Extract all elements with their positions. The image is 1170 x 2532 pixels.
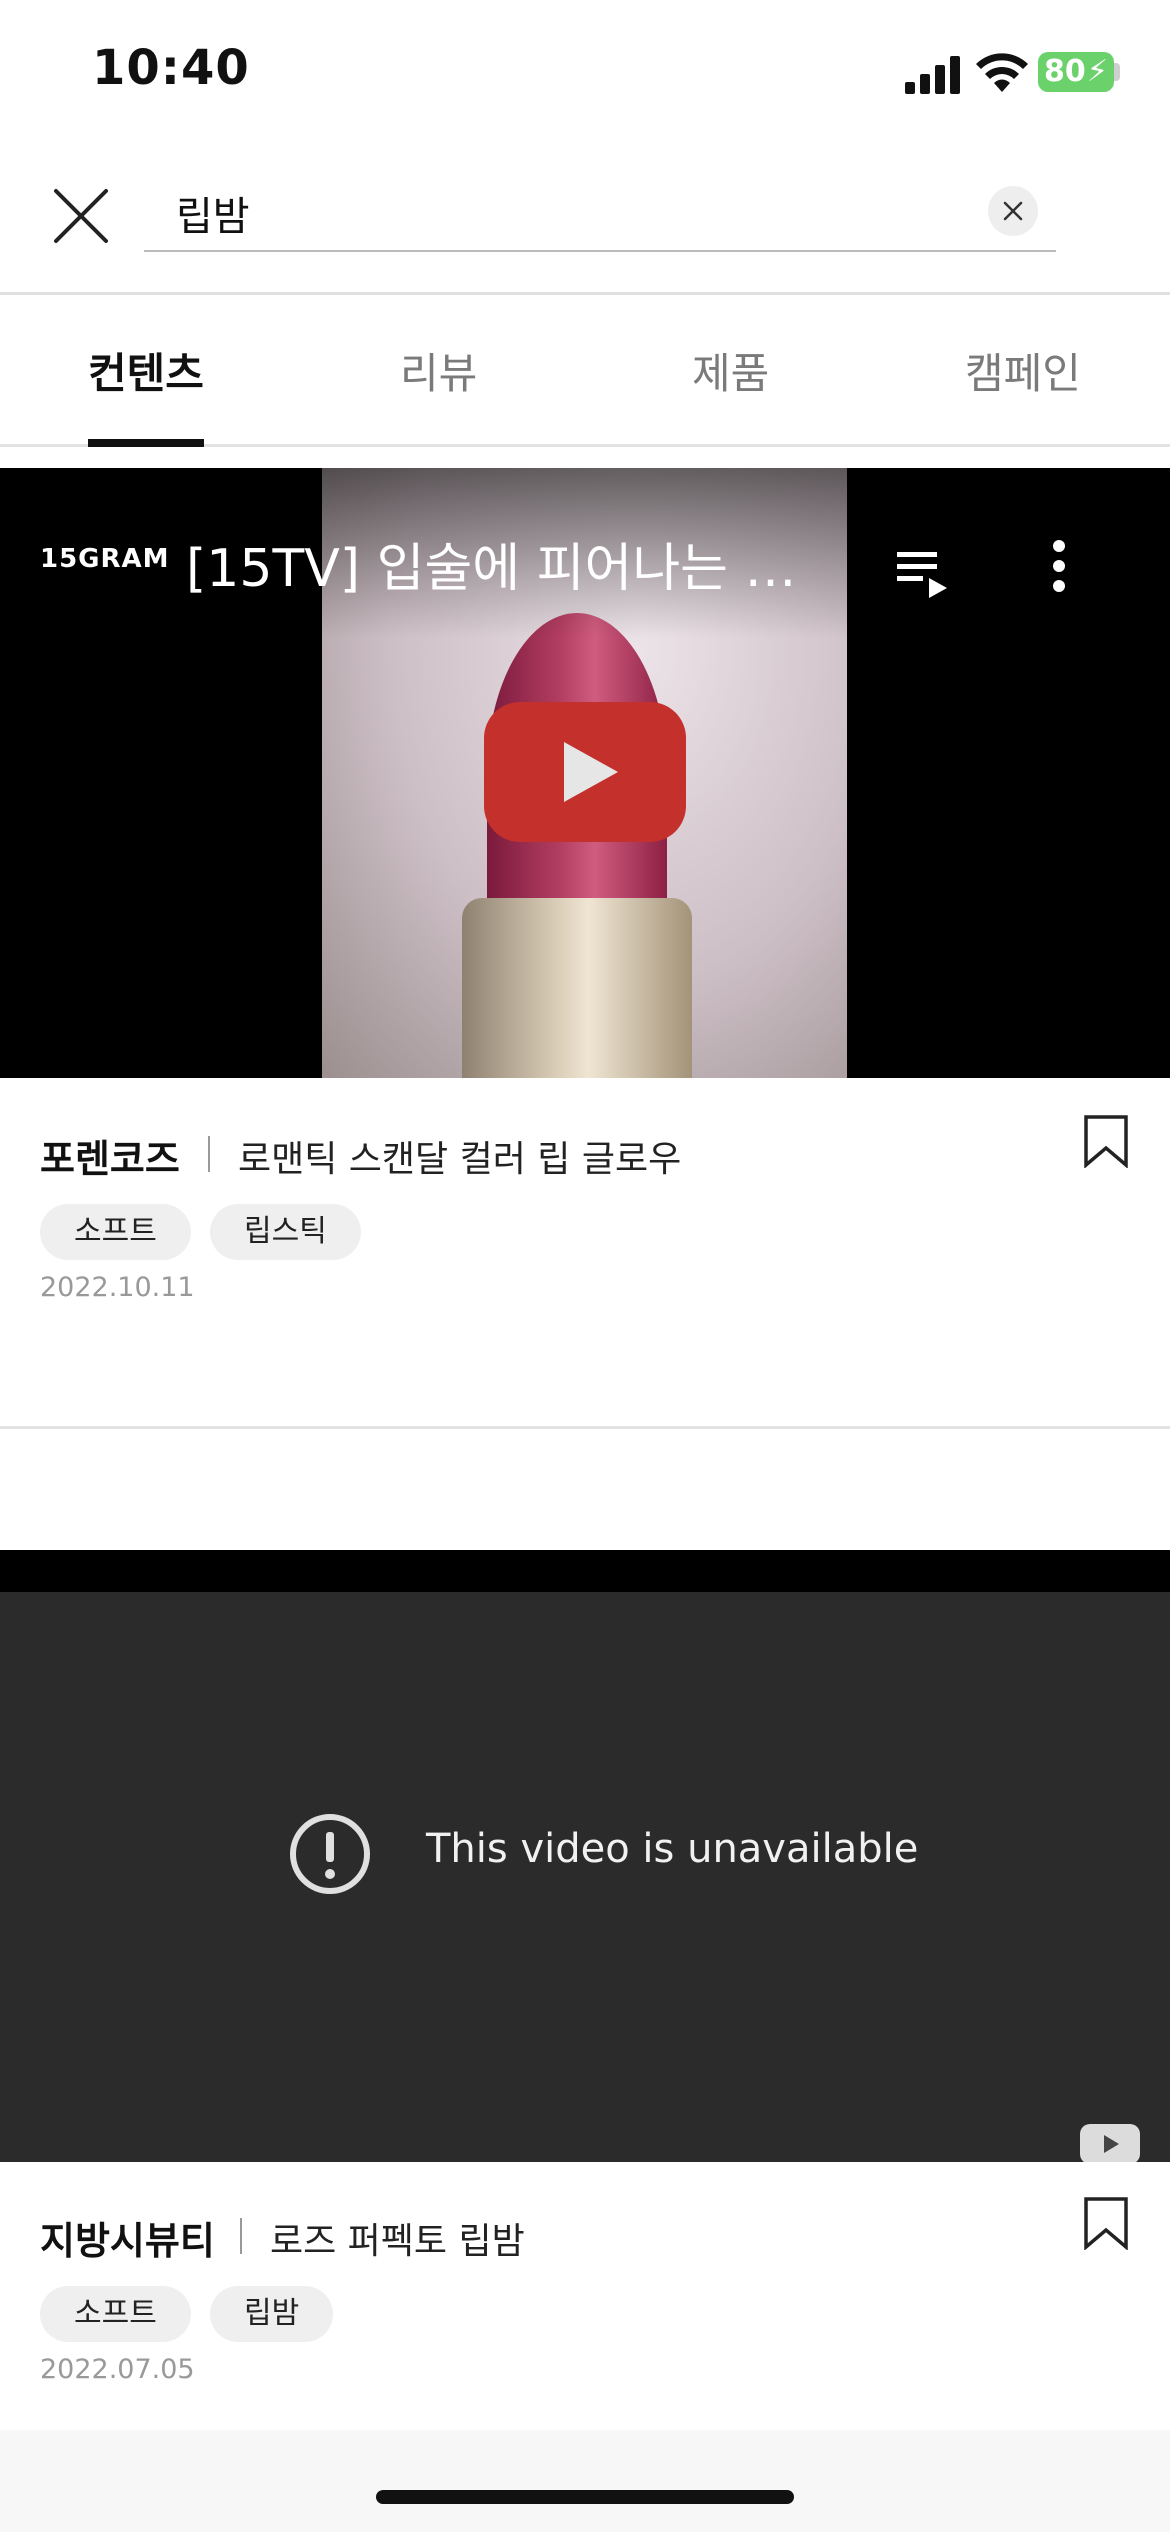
clear-search-button[interactable] bbox=[988, 186, 1038, 236]
status-time: 10:40 bbox=[92, 40, 250, 96]
tag-chip[interactable]: 립스틱 bbox=[210, 1204, 361, 1260]
section-divider bbox=[0, 1426, 1170, 1429]
video-top-bar bbox=[0, 1550, 1170, 1592]
brand-name[interactable]: 포렌코즈 bbox=[40, 1128, 180, 1183]
lipstick-case-image bbox=[462, 898, 692, 1078]
post-date: 2022.07.05 bbox=[40, 2354, 195, 2385]
active-tab-indicator bbox=[88, 439, 204, 447]
status-bar: 10:40 80 ⚡ bbox=[0, 0, 1170, 140]
brand-product-divider bbox=[208, 1136, 210, 1172]
clear-icon bbox=[1003, 201, 1023, 221]
video-player-unavailable[interactable]: This video is unavailable bbox=[0, 1550, 1170, 2162]
home-indicator[interactable] bbox=[376, 2490, 794, 2504]
battery-indicator: 80 ⚡ bbox=[1038, 52, 1114, 92]
post-date: 2022.10.11 bbox=[40, 1272, 195, 1303]
more-vertical-icon[interactable] bbox=[1044, 538, 1074, 598]
tag-chip[interactable]: 립밤 bbox=[210, 2286, 334, 2342]
search-field bbox=[144, 176, 1056, 252]
tab-bar: 컨텐츠 리뷰 제품 캠페인 bbox=[0, 294, 1170, 447]
battery-level: 80 bbox=[1044, 54, 1086, 89]
tab-campaigns[interactable]: 캠페인 bbox=[965, 340, 1081, 401]
brand-name[interactable]: 지방시뷰티 bbox=[40, 2210, 215, 2265]
tab-reviews[interactable]: 리뷰 bbox=[400, 340, 477, 401]
channel-logo[interactable]: 15GRAM bbox=[40, 544, 170, 574]
bookmark-icon[interactable] bbox=[1082, 1114, 1130, 1168]
battery-cap bbox=[1114, 63, 1120, 81]
brand-product-divider bbox=[240, 2218, 242, 2254]
wifi-icon bbox=[976, 53, 1028, 92]
product-name[interactable]: 로맨틱 스캔달 컬러 립 글로우 bbox=[238, 1130, 681, 1182]
tag-chip[interactable]: 소프트 bbox=[40, 2286, 191, 2342]
tab-contents[interactable]: 컨텐츠 bbox=[88, 340, 204, 401]
alert-icon bbox=[290, 1814, 370, 1894]
unavailable-message: This video is unavailable bbox=[426, 1826, 919, 1872]
bottom-bar bbox=[0, 2430, 1170, 2532]
charging-bolt-icon: ⚡ bbox=[1086, 54, 1108, 89]
play-button[interactable] bbox=[484, 702, 686, 842]
search-input[interactable] bbox=[174, 182, 978, 244]
youtube-icon[interactable] bbox=[1080, 2124, 1140, 2162]
play-icon bbox=[564, 742, 618, 802]
product-name[interactable]: 로즈 퍼펙토 립밤 bbox=[270, 2212, 525, 2264]
video-player[interactable]: 15GRAM [15TV] 입술에 피어나는 맑은 컬러 포렌코즈 로맨틱 스캔… bbox=[0, 468, 1170, 1078]
tag-chip[interactable]: 소프트 bbox=[40, 1204, 191, 1260]
youtube-play-glyph bbox=[1104, 2135, 1119, 2153]
tab-products[interactable]: 제품 bbox=[692, 340, 769, 401]
bookmark-icon[interactable] bbox=[1082, 2196, 1130, 2250]
cellular-signal-icon bbox=[905, 56, 960, 94]
video-title[interactable]: [15TV] 입술에 피어나는 맑은 컬러 포렌코즈 로맨틱 스캔달 컬러 립 … bbox=[186, 526, 836, 601]
search-header bbox=[0, 160, 1170, 295]
playlist-icon[interactable] bbox=[895, 548, 951, 600]
close-icon[interactable] bbox=[50, 185, 112, 247]
